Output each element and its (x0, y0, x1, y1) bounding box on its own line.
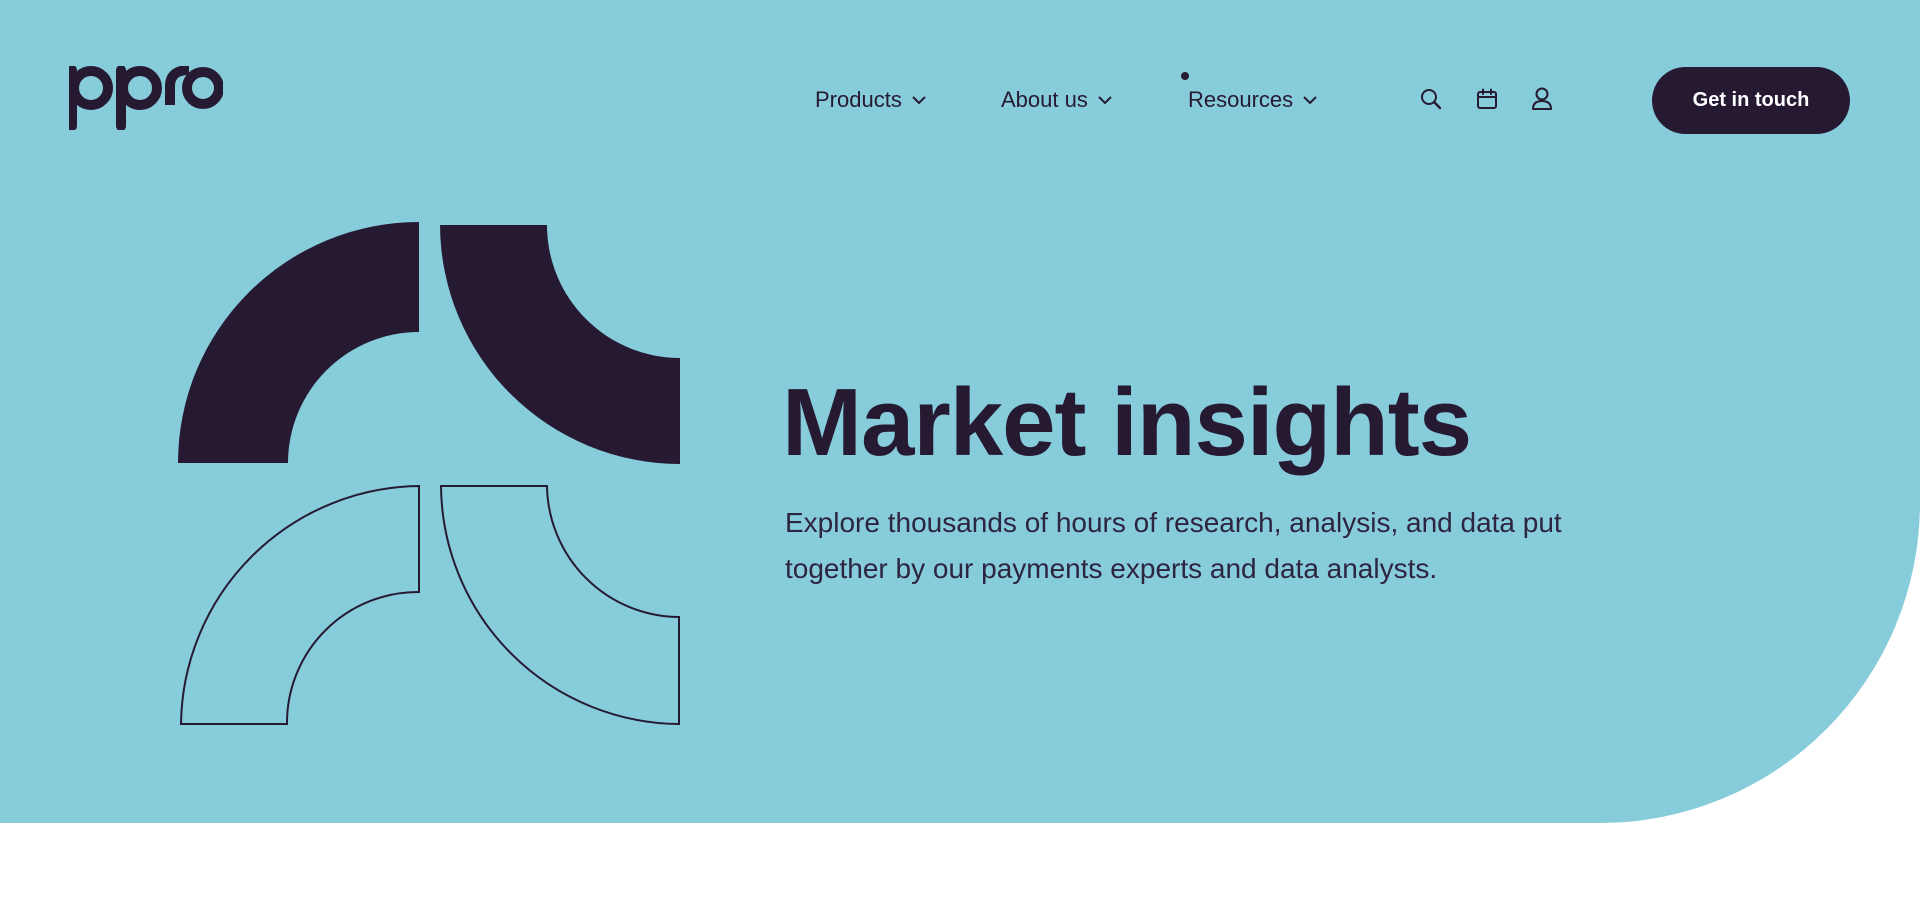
user-icon (1532, 87, 1552, 110)
graphic-top-left-arc (178, 222, 419, 463)
graphic-bottom-left-arc (179, 484, 420, 725)
chevron-down-icon (1098, 95, 1112, 105)
nav-products-label: Products (815, 87, 902, 112)
search-button[interactable] (1418, 86, 1444, 112)
nav-indicator-dot (1181, 72, 1189, 80)
site-header: Products About us Resources Get in touch (0, 0, 1920, 200)
chevron-down-icon (912, 95, 926, 105)
graphic-bottom-right-arc (439, 485, 680, 726)
calendar-button[interactable] (1474, 86, 1500, 112)
search-icon (1421, 89, 1442, 110)
chevron-down-icon (1303, 95, 1317, 105)
nav-about-us-label: About us (1001, 87, 1088, 112)
graphic-top-right-arc (440, 225, 680, 464)
page-title: Market insights (782, 369, 1472, 476)
account-button[interactable] (1529, 86, 1555, 112)
calendar-icon (1477, 88, 1497, 109)
ppro-logo-mark (67, 65, 224, 131)
get-in-touch-label: Get in touch (1692, 89, 1810, 111)
get-in-touch-button[interactable]: Get in touch (1652, 67, 1850, 134)
nav-about-us[interactable]: About us (1001, 86, 1112, 114)
ppro-logo[interactable] (67, 65, 224, 135)
nav-products[interactable]: Products (815, 86, 926, 114)
hero-graphic (178, 222, 680, 726)
nav-resources-label: Resources (1188, 87, 1294, 112)
page-subtitle: Explore thousands of hours of research, … (785, 507, 1562, 584)
nav-resources[interactable]: Resources (1188, 86, 1317, 114)
